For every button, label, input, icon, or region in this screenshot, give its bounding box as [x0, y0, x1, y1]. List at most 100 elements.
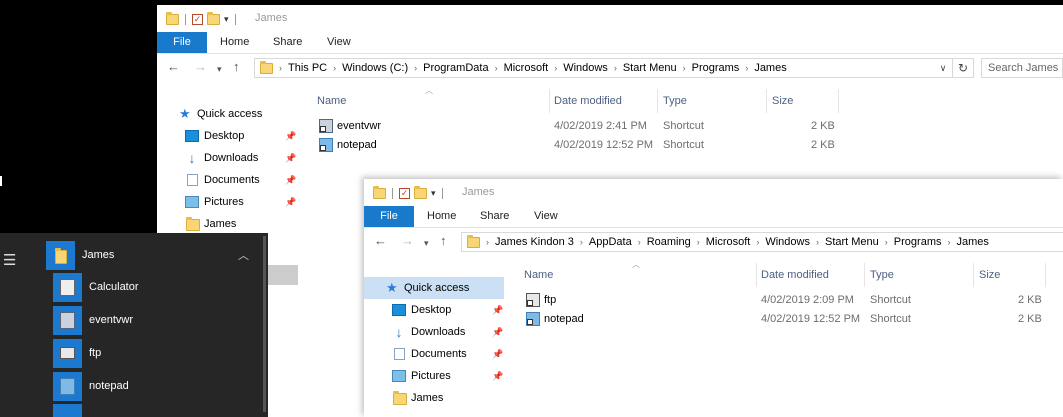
pin-icon[interactable]: 📌	[285, 191, 296, 213]
crumb-windows[interactable]: Windows	[765, 236, 810, 248]
crumb-microsoft[interactable]: Microsoft	[706, 236, 751, 248]
start-item-calculator[interactable]: Calculator	[53, 273, 253, 303]
file-row-notepad[interactable]: notepad 4/02/2019 12:52 PM Shortcut 2 KB	[317, 136, 837, 155]
crumb-appdata[interactable]: AppData	[589, 236, 632, 248]
crumb-separator-icon[interactable]: ›	[554, 63, 557, 73]
crumb-this-pc[interactable]: This PC	[288, 62, 327, 74]
sidebar-item-desktop[interactable]: Desktop 📌	[157, 125, 297, 147]
sidebar-item-quick-access[interactable]: ★ Quick access	[364, 277, 504, 299]
column-header-name[interactable]: Name	[312, 89, 550, 113]
back-arrow-icon[interactable]: ←	[167, 60, 180, 74]
tab-home[interactable]: Home	[220, 32, 249, 53]
file-row-eventvwr[interactable]: eventvwr 4/02/2019 2:41 PM Shortcut 2 KB	[317, 117, 837, 136]
tab-share[interactable]: Share	[273, 32, 302, 53]
column-header-type[interactable]: Type	[658, 89, 767, 113]
crumb-james[interactable]: James	[956, 236, 988, 248]
crumb-james[interactable]: James	[754, 62, 786, 74]
recent-locations-chevron-icon[interactable]: ▾	[217, 62, 222, 76]
start-item-ftp[interactable]: ftp	[53, 339, 253, 369]
column-header-size[interactable]: Size	[767, 89, 839, 113]
column-header-date-modified[interactable]: Date modified	[549, 89, 658, 113]
new-folder-icon[interactable]	[414, 185, 427, 199]
title-bar[interactable]: ✓ ▾ James	[364, 179, 1063, 206]
address-bar[interactable]: › This PC › Windows (C:) › ProgramData › Mi…	[254, 58, 974, 78]
pin-icon[interactable]: 📌	[492, 321, 503, 343]
start-item-eventvwr[interactable]: eventvwr	[53, 306, 253, 336]
start-menu-scrollbar[interactable]	[263, 236, 266, 412]
crumb-user[interactable]: James Kindon 3	[495, 236, 574, 248]
sidebar-item-downloads[interactable]: ↓ Downloads 📌	[364, 321, 504, 343]
tab-file[interactable]: File	[157, 32, 207, 53]
properties-icon[interactable]: ✓	[192, 13, 203, 25]
customize-dropdown-icon[interactable]: ▾	[431, 188, 436, 199]
crumb-start-menu[interactable]: Start Menu	[825, 236, 879, 248]
pin-icon[interactable]: 📌	[492, 343, 503, 365]
sidebar-item-documents[interactable]: Documents 📌	[364, 343, 504, 365]
crumb-windows-c[interactable]: Windows (C:)	[342, 62, 408, 74]
crumb-separator-icon[interactable]: ›	[745, 63, 748, 73]
crumb-separator-icon[interactable]: ›	[614, 63, 617, 73]
explorer-window-appdata[interactable]: ✓ ▾ James File Home Share View ← → ▾ ↑ ›…	[364, 179, 1063, 417]
crumb-separator-icon[interactable]: ›	[486, 237, 489, 247]
sidebar-item-desktop[interactable]: Desktop 📌	[364, 299, 504, 321]
sidebar-item-james[interactable]: James	[364, 387, 504, 409]
chevron-up-icon[interactable]: ︿	[238, 247, 249, 263]
crumb-windows[interactable]: Windows	[563, 62, 608, 74]
search-input[interactable]: Search James	[981, 58, 1063, 78]
column-header-name[interactable]: Name	[519, 263, 757, 287]
crumb-separator-icon[interactable]: ›	[697, 237, 700, 247]
crumb-separator-icon[interactable]: ›	[756, 237, 759, 247]
tab-share[interactable]: Share	[480, 206, 509, 227]
crumb-separator-icon[interactable]: ›	[816, 237, 819, 247]
file-row-ftp[interactable]: ftp 4/02/2019 2:09 PM Shortcut 2 KB	[524, 291, 1044, 310]
crumb-separator-icon[interactable]: ›	[580, 237, 583, 247]
title-bar[interactable]: ✓ ▾ James	[157, 5, 1063, 32]
sidebar-item-pictures[interactable]: Pictures 📌	[364, 365, 504, 387]
crumb-separator-icon[interactable]: ›	[414, 63, 417, 73]
crumb-separator-icon[interactable]: ›	[279, 63, 282, 73]
tab-view[interactable]: View	[534, 206, 558, 227]
refresh-icon[interactable]: ↻	[952, 59, 973, 77]
file-row-notepad[interactable]: notepad 4/02/2019 12:52 PM Shortcut 2 KB	[524, 310, 1044, 329]
new-folder-icon[interactable]	[207, 11, 220, 25]
up-arrow-icon[interactable]: ↑	[440, 234, 447, 248]
back-arrow-icon[interactable]: ←	[374, 234, 387, 248]
address-bar[interactable]: › James Kindon 3 › AppData › Roaming › Micr…	[461, 232, 1063, 252]
crumb-programs[interactable]: Programs	[894, 236, 942, 248]
up-arrow-icon[interactable]: ↑	[233, 60, 240, 74]
sidebar-item-james[interactable]: James	[157, 213, 297, 235]
crumb-separator-icon[interactable]: ›	[947, 237, 950, 247]
column-header-size[interactable]: Size	[974, 263, 1046, 287]
crumb-separator-icon[interactable]: ›	[333, 63, 336, 73]
properties-icon[interactable]: ✓	[399, 187, 410, 199]
forward-arrow-icon[interactable]: →	[401, 234, 414, 248]
customize-dropdown-icon[interactable]: ▾	[224, 14, 229, 25]
pin-icon[interactable]: 📌	[492, 365, 503, 387]
sidebar-item-quick-access[interactable]: ★ Quick access	[157, 103, 297, 125]
crumb-separator-icon[interactable]: ›	[495, 63, 498, 73]
sidebar-item-pictures[interactable]: Pictures 📌	[157, 191, 297, 213]
crumb-start-menu[interactable]: Start Menu	[623, 62, 677, 74]
sidebar-item-downloads[interactable]: ↓ Downloads 📌	[157, 147, 297, 169]
column-header-type[interactable]: Type	[865, 263, 974, 287]
tab-file[interactable]: File	[364, 206, 414, 227]
pin-icon[interactable]: 📌	[492, 299, 503, 321]
forward-arrow-icon[interactable]: →	[194, 60, 207, 74]
start-menu-group-james[interactable]: James ︿	[44, 241, 259, 270]
column-header-date-modified[interactable]: Date modified	[756, 263, 865, 287]
pin-icon[interactable]: 📌	[285, 125, 296, 147]
sidebar-item-documents[interactable]: Documents 📌	[157, 169, 297, 191]
pin-icon[interactable]: 📌	[285, 169, 296, 191]
tab-view[interactable]: View	[327, 32, 351, 53]
crumb-microsoft[interactable]: Microsoft	[504, 62, 549, 74]
pin-icon[interactable]: 📌	[285, 147, 296, 169]
tab-home[interactable]: Home	[427, 206, 456, 227]
recent-locations-chevron-icon[interactable]: ▾	[424, 236, 429, 250]
start-item-notepad[interactable]: notepad	[53, 372, 253, 402]
crumb-programdata[interactable]: ProgramData	[423, 62, 488, 74]
address-dropdown-icon[interactable]: ∨	[934, 63, 952, 74]
crumb-separator-icon[interactable]: ›	[683, 63, 686, 73]
crumb-roaming[interactable]: Roaming	[647, 236, 691, 248]
crumb-separator-icon[interactable]: ›	[638, 237, 641, 247]
hamburger-menu-icon[interactable]: ☰	[3, 251, 16, 269]
